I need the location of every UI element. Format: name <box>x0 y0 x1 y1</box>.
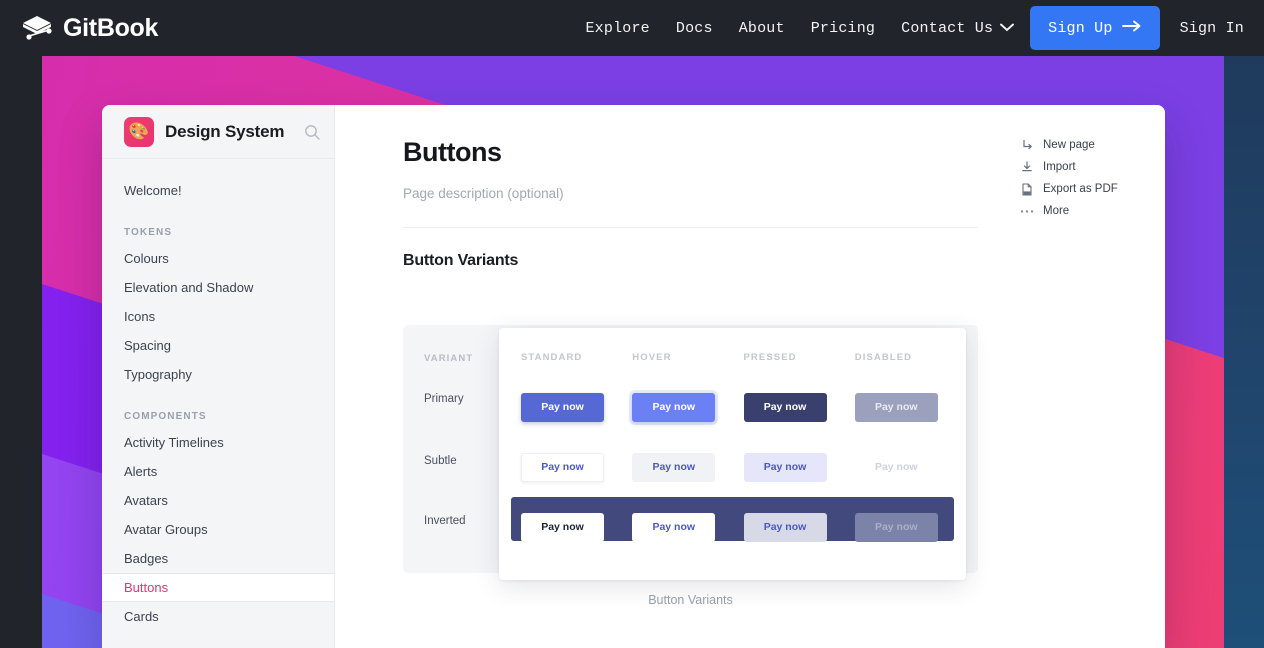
ellipsis-icon <box>1020 204 1034 218</box>
figure-caption: Button Variants <box>648 593 733 607</box>
sidebar-item-welcome[interactable]: Welcome! <box>102 176 334 205</box>
variant-label-primary: Primary <box>424 393 464 405</box>
state-header-hover: HOVER <box>632 352 672 363</box>
chevron-down-icon <box>1000 20 1015 37</box>
sidebar-group-components-label: COMPONENTS <box>124 411 207 422</box>
variant-label-inverted: Inverted <box>424 515 466 527</box>
sidebar-item-spacing[interactable]: Spacing <box>102 331 334 360</box>
button-subtle-disabled: Pay now <box>874 461 918 473</box>
nav-link-pricing[interactable]: Pricing <box>798 20 888 37</box>
variant-label-subtle: Subtle <box>424 455 457 467</box>
nav-links: Explore Docs About Pricing Contact Us Si… <box>572 0 1264 56</box>
state-header-pressed: PRESSED <box>743 352 797 363</box>
search-icon[interactable] <box>304 124 320 140</box>
new-page-icon <box>1020 138 1034 152</box>
state-header-disabled: DISABLED <box>854 352 913 363</box>
action-more-label: More <box>1043 205 1070 217</box>
cell-inverted-standard: Pay now <box>521 512 632 542</box>
cell-subtle-standard: Pay now <box>521 452 632 482</box>
cell-subtle-hover: Pay now <box>632 452 743 482</box>
variant-column: VARIANT Primary Subtle Inverted <box>403 325 503 573</box>
cell-primary-pressed: Pay now <box>743 392 855 422</box>
action-import[interactable]: Import <box>1020 156 1132 178</box>
main-content: Buttons Page description (optional) Butt… <box>335 105 1165 648</box>
sidebar-item-cards[interactable]: Cards <box>102 602 334 631</box>
sidebar-header: 🎨 Design System <box>102 105 334 159</box>
sidebar-item-icons[interactable]: Icons <box>102 302 334 331</box>
button-primary-standard[interactable]: Pay now <box>521 392 604 422</box>
sidebar-item-avatar-groups[interactable]: Avatar Groups <box>102 515 334 544</box>
action-export-as-pdf[interactable]: Export as PDF <box>1020 178 1132 200</box>
action-more[interactable]: More <box>1020 200 1132 222</box>
nav-link-docs[interactable]: Docs <box>663 20 726 37</box>
action-export-as-pdf-label: Export as PDF <box>1043 183 1118 195</box>
nav-contact-label: Contact Us <box>901 19 994 37</box>
button-primary-hover[interactable]: Pay now <box>632 392 716 422</box>
arrow-right-icon <box>1121 20 1142 37</box>
button-inverted-standard[interactable]: Pay now <box>521 512 604 542</box>
sign-in-link[interactable]: Sign In <box>1166 20 1264 37</box>
gitbook-logo-icon <box>20 14 54 42</box>
sign-up-button[interactable]: Sign Up <box>1030 6 1160 50</box>
action-new-page[interactable]: New page <box>1020 134 1132 156</box>
nav-link-about[interactable]: About <box>726 20 798 37</box>
sidebar-item-activity-timelines[interactable]: Activity Timelines <box>102 428 334 457</box>
table-row-subtle: Pay now Pay now Pay now Pay now <box>499 437 966 497</box>
brand-name: GitBook <box>63 13 159 42</box>
button-primary-pressed[interactable]: Pay now <box>743 392 827 422</box>
sidebar-item-avatars[interactable]: Avatars <box>102 486 334 515</box>
sidebar-item-colours[interactable]: Colours <box>102 244 334 273</box>
button-inverted-pressed[interactable]: Pay now <box>743 512 827 542</box>
sidebar-item-alerts[interactable]: Alerts <box>102 457 334 486</box>
cell-primary-standard: Pay now <box>521 392 632 422</box>
table-row-primary: Pay now Pay now Pay now Pay now <box>499 377 966 437</box>
sidebar-space-title: Design System <box>165 121 285 141</box>
cell-subtle-disabled: Pay now <box>855 453 966 482</box>
sidebar-item-elevation-and-shadow[interactable]: Elevation and Shadow <box>102 273 334 302</box>
nav-link-contact-us[interactable]: Contact Us <box>888 20 1030 37</box>
nav-link-explore[interactable]: Explore <box>572 20 662 37</box>
button-inverted-hover[interactable]: Pay now <box>632 512 716 542</box>
gitbook-brand[interactable]: GitBook <box>20 14 158 43</box>
section-title: Button Variants <box>403 252 519 269</box>
button-inverted-disabled: Pay now <box>854 512 938 542</box>
cell-inverted-disabled: Pay now <box>854 512 966 542</box>
states-header-row: STANDARD HOVER PRESSED DISABLED <box>499 352 966 363</box>
states-rows: Pay now Pay now Pay now Pay now Pay now … <box>499 377 966 557</box>
palette-glyph: 🎨 <box>128 122 150 141</box>
button-primary-disabled: Pay now <box>854 392 938 422</box>
cell-subtle-pressed: Pay now <box>743 452 855 482</box>
sidebar-item-buttons[interactable]: Buttons <box>102 573 334 602</box>
sidebar-group-tokens-label: TOKENS <box>124 227 173 238</box>
sign-up-label: Sign Up <box>1048 19 1113 37</box>
sidebar-item-typography[interactable]: Typography <box>102 360 334 389</box>
action-import-label: Import <box>1043 161 1076 173</box>
sidebar-item-badges[interactable]: Badges <box>102 544 334 573</box>
top-navigation-bar: GitBook Explore Docs About Pricing Conta… <box>0 0 1264 56</box>
docs-app-card: 🎨 Design System Welcome! TOKENS Colours … <box>102 105 1165 648</box>
sidebar: 🎨 Design System Welcome! TOKENS Colours … <box>102 105 335 648</box>
button-subtle-standard[interactable]: Pay now <box>521 452 604 482</box>
button-subtle-hover[interactable]: Pay now <box>632 452 716 482</box>
table-row-inverted: Pay now Pay now Pay now Pay now <box>499 497 966 557</box>
import-download-icon <box>1020 160 1034 174</box>
cell-inverted-hover: Pay now <box>632 512 743 542</box>
cell-primary-hover: Pay now <box>632 392 743 422</box>
variant-column-header: VARIANT <box>424 353 474 364</box>
cell-inverted-pressed: Pay now <box>743 512 855 542</box>
action-new-page-label: New page <box>1043 139 1095 151</box>
page-header-divider <box>403 227 978 228</box>
button-variants-figure: VARIANT Primary Subtle Inverted STANDARD… <box>403 325 978 607</box>
variants-panel: VARIANT Primary Subtle Inverted STANDARD… <box>403 325 978 580</box>
states-overlay-card: STANDARD HOVER PRESSED DISABLED Pay now … <box>499 328 966 580</box>
palette-emoji-icon: 🎨 <box>124 116 154 147</box>
page-actions-menu: New page Import Export as PDF More <box>1020 134 1132 222</box>
state-header-standard: STANDARD <box>521 352 583 363</box>
button-subtle-pressed[interactable]: Pay now <box>743 452 827 482</box>
cell-primary-disabled: Pay now <box>854 392 966 422</box>
backdrop-right-edge <box>1224 46 1264 648</box>
pdf-file-icon <box>1020 182 1034 196</box>
sidebar-nav: Welcome! TOKENS Colours Elevation and Sh… <box>102 159 334 631</box>
